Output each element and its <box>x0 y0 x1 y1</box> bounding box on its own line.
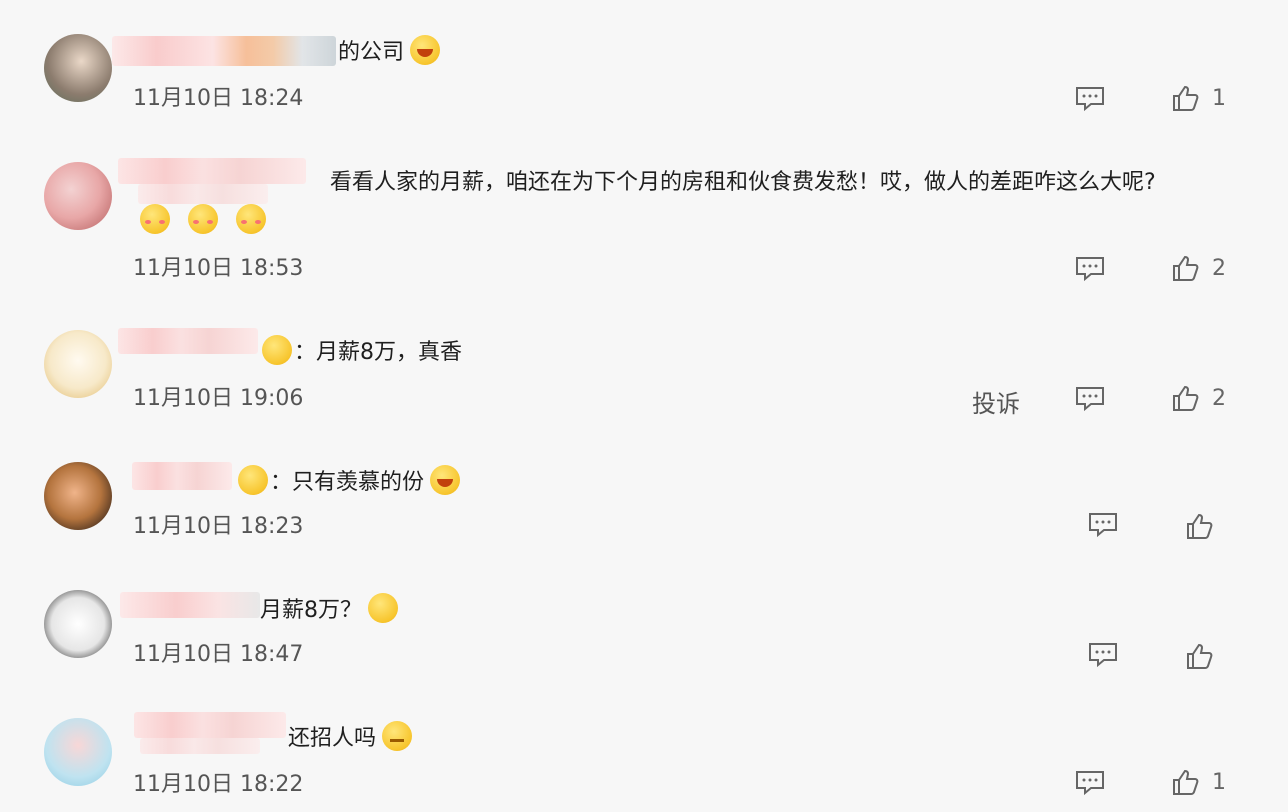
comment-icon <box>1076 87 1104 112</box>
reply-button[interactable] <box>1088 512 1118 538</box>
username-blurred[interactable] <box>118 328 258 354</box>
shy-emoji <box>188 204 218 234</box>
hammer-emoji <box>368 593 398 623</box>
thinking-emoji <box>382 721 413 751</box>
laugh-cry-emoji <box>410 35 441 65</box>
like-button[interactable]: 1 <box>1172 84 1226 112</box>
thumbs-up-icon <box>1187 643 1213 669</box>
comment-icon <box>1076 771 1104 796</box>
heart-eyes-emoji <box>262 335 292 365</box>
comment-text: 的公司 <box>338 34 441 66</box>
like-button[interactable]: 2 <box>1172 384 1226 412</box>
timestamp: 11月10日 18:24 <box>133 86 304 111</box>
timestamp: 11月10日 19:06 <box>133 386 304 411</box>
avatar[interactable] <box>44 590 112 658</box>
reply-button[interactable] <box>1075 770 1105 796</box>
like-button[interactable]: 2 <box>1172 254 1226 282</box>
comment-icon <box>1076 387 1104 412</box>
avatar[interactable] <box>44 330 112 398</box>
username-blurred[interactable] <box>120 592 260 618</box>
avatar[interactable] <box>44 462 112 530</box>
thumbs-up-icon <box>1173 255 1199 281</box>
like-button[interactable] <box>1186 642 1214 670</box>
avatar[interactable] <box>44 718 112 786</box>
comment-text: 月薪8万？ <box>260 592 398 624</box>
username-blurred <box>138 184 268 204</box>
timestamp: 11月10日 18:53 <box>133 256 304 281</box>
emoji-row <box>136 204 266 234</box>
like-button[interactable] <box>1186 512 1214 540</box>
shy-emoji <box>140 204 170 234</box>
laugh-cry-emoji <box>430 465 461 495</box>
username-blurred[interactable] <box>134 712 286 738</box>
timestamp: 11月10日 18:22 <box>133 772 304 797</box>
thumbs-up-icon <box>1173 385 1199 411</box>
avatar[interactable] <box>44 34 112 102</box>
like-count: 2 <box>1212 255 1226 281</box>
timestamp: 11月10日 18:23 <box>133 514 304 539</box>
like-count: 1 <box>1212 85 1226 111</box>
reply-button[interactable] <box>1088 642 1118 668</box>
username-blurred <box>140 738 260 754</box>
comment-icon <box>1076 257 1104 282</box>
like-count: 2 <box>1212 385 1226 411</box>
thumbs-up-icon <box>1173 85 1199 111</box>
username-blurred[interactable] <box>132 462 232 490</box>
reply-button[interactable] <box>1075 86 1105 112</box>
timestamp: 11月10日 18:47 <box>133 642 304 667</box>
comment-text: ：月薪8万，真香 <box>258 334 462 366</box>
report-button[interactable]: 投诉 <box>972 384 1020 419</box>
thumbs-up-icon <box>1173 769 1199 795</box>
comment-icon <box>1089 513 1117 538</box>
comment-text: ：只有羡慕的份 <box>234 464 461 496</box>
shy-emoji <box>236 204 266 234</box>
username-blurred[interactable] <box>112 36 336 66</box>
comment-text: 还招人吗 <box>288 720 413 752</box>
avatar[interactable] <box>44 162 112 230</box>
reply-button[interactable] <box>1075 256 1105 282</box>
comment-icon <box>1089 643 1117 668</box>
comment-text: 看看人家的月薪，咱还在为下个月的房租和伙食费发愁！哎，做人的差距咋这么大呢? <box>330 170 1156 195</box>
thumbs-up-icon <box>1187 513 1213 539</box>
like-button[interactable]: 1 <box>1172 768 1226 796</box>
username-blurred[interactable] <box>118 158 306 184</box>
like-count: 1 <box>1212 769 1226 795</box>
reply-button[interactable] <box>1075 386 1105 412</box>
heart-eyes-emoji <box>238 465 268 495</box>
